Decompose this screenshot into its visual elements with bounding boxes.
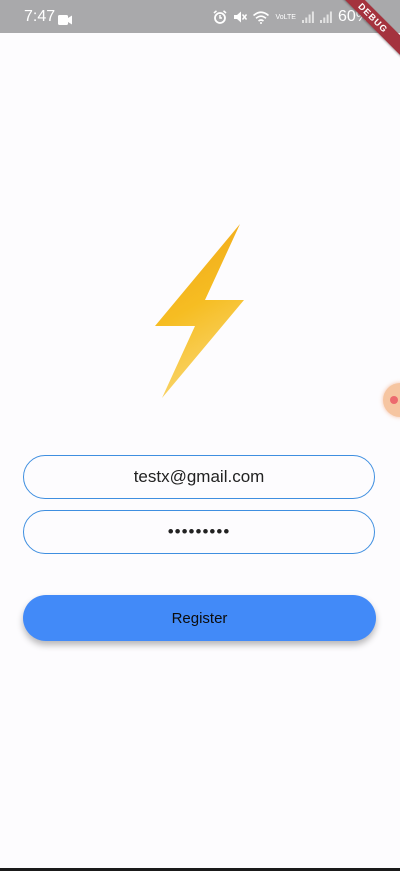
signal-icon <box>319 11 332 23</box>
handle-dot <box>390 396 398 404</box>
lightning-bolt-icon <box>150 222 250 407</box>
email-field[interactable]: testx@gmail.com <box>23 455 375 499</box>
signal-icon <box>301 11 314 23</box>
floating-assistant-handle[interactable] <box>383 383 400 417</box>
mute-icon <box>233 10 248 24</box>
password-field[interactable]: ••••••••• <box>23 510 375 554</box>
status-time: 7:47 <box>24 8 56 25</box>
status-icons: VoLTE 60% <box>213 8 370 26</box>
wifi-icon <box>253 10 270 24</box>
video-camera-icon <box>58 12 72 30</box>
alarm-icon <box>213 10 227 24</box>
volte-indicator: VoLTE <box>275 13 296 21</box>
status-bar: 7:47 VoLTE 60% DEBUG <box>0 0 400 62</box>
register-button[interactable]: Register <box>23 595 376 641</box>
